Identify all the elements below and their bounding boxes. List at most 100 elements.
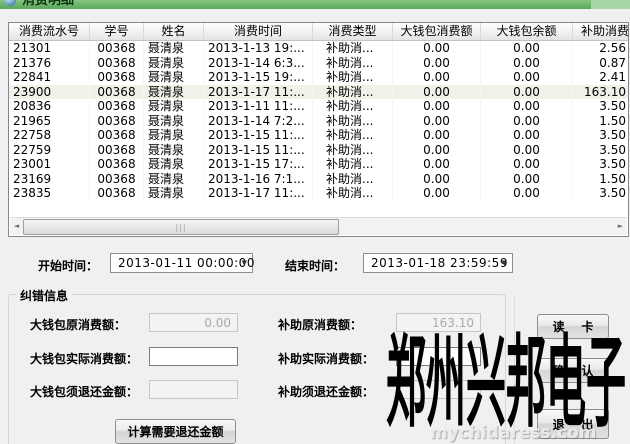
table-cell: 2013-1-14 7:2...	[204, 114, 313, 129]
table-cell: 0.00	[481, 99, 573, 114]
table-cell: 聂清泉	[144, 128, 204, 143]
table-cell: 聂清泉	[144, 99, 204, 114]
table-cell: 23835	[9, 186, 90, 201]
table-cell: 163.10	[573, 85, 629, 100]
table-row[interactable]: 2083600368聂清泉2013-1-11 11:...补助消...0.000…	[9, 99, 628, 114]
table-row[interactable]: 2130100368聂清泉2013-1-13 19:...补助消...0.000…	[9, 41, 628, 56]
end-time-combobox[interactable]: 2013-01-18 23:59:59 ▼	[363, 253, 513, 273]
start-time-combobox[interactable]: 2013-01-11 00:00:00 ▼	[110, 253, 253, 273]
table-cell: 补助消...	[313, 172, 393, 187]
wallet-original-label: 大钱包原消费额：	[30, 316, 126, 333]
table-row[interactable]: 2275800368聂清泉2013-1-15 11:...补助消...0.000…	[9, 128, 628, 143]
table-cell: 00368	[90, 114, 144, 129]
table-cell: 聂清泉	[144, 70, 204, 85]
table-cell: 0.00	[393, 143, 481, 158]
confirm-button[interactable]: 确 认	[537, 358, 609, 383]
table-cell: 聂清泉	[144, 186, 204, 201]
table-cell: 00368	[90, 128, 144, 143]
column-header[interactable]: 大钱包余额	[481, 23, 573, 41]
table-cell: 1.50	[573, 172, 629, 187]
table-row[interactable]: 2300100368聂清泉2013-1-15 17:...补助消...0.000…	[9, 157, 628, 172]
correction-group-title: 纠错信息	[16, 287, 72, 304]
table-cell: 2013-1-15 11:...	[204, 143, 313, 158]
scroll-right-icon[interactable]: ►	[614, 218, 627, 235]
table-cell: 0.00	[393, 157, 481, 172]
table-cell: 补助消...	[313, 99, 393, 114]
wallet-actual-field[interactable]	[149, 347, 238, 366]
exit-button[interactable]: 退 出	[537, 409, 609, 439]
subsidy-refund-label: 补助须退还金额：	[278, 383, 374, 400]
table-cell: 0.00	[393, 56, 481, 71]
chevron-down-icon[interactable]: ▼	[502, 259, 507, 267]
subsidy-original-label: 补助原消费额：	[278, 316, 362, 333]
column-header[interactable]: 学号	[90, 23, 144, 41]
chevron-down-icon[interactable]: ▼	[242, 259, 247, 267]
table-cell: 2.56	[573, 41, 629, 56]
table-cell: 2013-1-14 6:3...	[204, 56, 313, 71]
table-cell: 0.00	[481, 143, 573, 158]
window-controls-area[interactable]	[591, 0, 630, 9]
calculate-refund-button[interactable]: 计算需要退还金额	[115, 419, 236, 444]
vertical-divider	[514, 296, 515, 444]
table-cell: 0.00	[481, 70, 573, 85]
table-cell: 00368	[90, 186, 144, 201]
table-cell: 00368	[90, 172, 144, 187]
table-cell: 0.87	[573, 56, 629, 71]
table-cell: 0.00	[481, 41, 573, 56]
table-cell: 0.00	[481, 56, 573, 71]
table-cell: 补助消...	[313, 85, 393, 100]
table-cell: 22841	[9, 70, 90, 85]
column-header[interactable]: 消费类型	[313, 23, 393, 41]
column-header[interactable]: 消费时间	[204, 23, 313, 41]
scroll-left-icon[interactable]: ◄	[10, 218, 23, 235]
table-cell: 聂清泉	[144, 41, 204, 56]
table-cell: 3.50	[573, 128, 629, 143]
scrollbar-thumb[interactable]: |||	[23, 219, 339, 235]
horizontal-scrollbar[interactable]: ◄ ||| ►	[10, 217, 627, 235]
table-cell: 2013-1-13 19:...	[204, 41, 313, 56]
table-header: 消费流水号学号姓名消费时间消费类型大钱包消费额大钱包余额补助消费额	[9, 23, 628, 41]
wallet-refund-label: 大钱包须退还金额：	[30, 383, 138, 400]
table-cell: 0.00	[481, 157, 573, 172]
table-row[interactable]: 2275900368聂清泉2013-1-15 11:...补助消...0.000…	[9, 143, 628, 158]
table-row[interactable]: 2316900368聂清泉2013-1-16 7:1...补助消...0.000…	[9, 172, 628, 187]
table-cell: 2013-1-15 17:...	[204, 157, 313, 172]
app-icon	[4, 0, 16, 6]
column-header[interactable]: 消费流水号	[9, 23, 90, 41]
title-bar[interactable]: 消费明细	[0, 0, 630, 9]
table-cell: 补助消...	[313, 143, 393, 158]
table-row[interactable]: 2383500368聂清泉2013-1-17 11:...补助消...0.000…	[9, 186, 628, 201]
table-cell: 补助消...	[313, 157, 393, 172]
table-cell: 00368	[90, 143, 144, 158]
table-row[interactable]: 2390000368聂清泉2013-1-17 11:...补助消...0.000…	[9, 85, 628, 100]
wallet-actual-label: 大钱包实际消费额：	[30, 350, 138, 367]
table-cell: 0.00	[393, 114, 481, 129]
table-cell: 聂清泉	[144, 114, 204, 129]
table-body: 2130100368聂清泉2013-1-13 19:...补助消...0.000…	[9, 41, 628, 201]
table-cell: 0.00	[393, 186, 481, 201]
start-time-label: 开始时间：	[38, 257, 98, 274]
table-cell: 0.00	[393, 128, 481, 143]
table-cell: 21376	[9, 56, 90, 71]
column-header[interactable]: 补助消费额	[573, 23, 629, 41]
column-header[interactable]: 姓名	[144, 23, 204, 41]
table-cell: 0.00	[393, 99, 481, 114]
table-cell: 补助消...	[313, 186, 393, 201]
table-row[interactable]: 2196500368聂清泉2013-1-14 7:2...补助消...0.000…	[9, 114, 628, 129]
table-row[interactable]: 2137600368聂清泉2013-1-14 6:3...补助消...0.000…	[9, 56, 628, 71]
table-row[interactable]: 2284100368聂清泉2013-1-15 19:...补助消...0.000…	[9, 70, 628, 85]
table-cell: 3.50	[573, 186, 629, 201]
subsidy-actual-field[interactable]	[396, 347, 481, 366]
table-cell: 补助消...	[313, 114, 393, 129]
table-cell: 0.00	[481, 186, 573, 201]
table-cell: 00368	[90, 99, 144, 114]
read-card-button[interactable]: 读 卡	[537, 314, 609, 339]
table-cell: 2013-1-15 19:...	[204, 70, 313, 85]
table-cell: 00368	[90, 85, 144, 100]
table-cell: 23900	[9, 85, 90, 100]
column-header[interactable]: 大钱包消费额	[393, 23, 481, 41]
consumption-table: 消费流水号学号姓名消费时间消费类型大钱包消费额大钱包余额补助消费额 213010…	[8, 22, 629, 237]
subsidy-actual-label: 补助实际消费额：	[278, 350, 374, 367]
window-title: 消费明细	[22, 0, 74, 8]
table-cell: 3.50	[573, 157, 629, 172]
